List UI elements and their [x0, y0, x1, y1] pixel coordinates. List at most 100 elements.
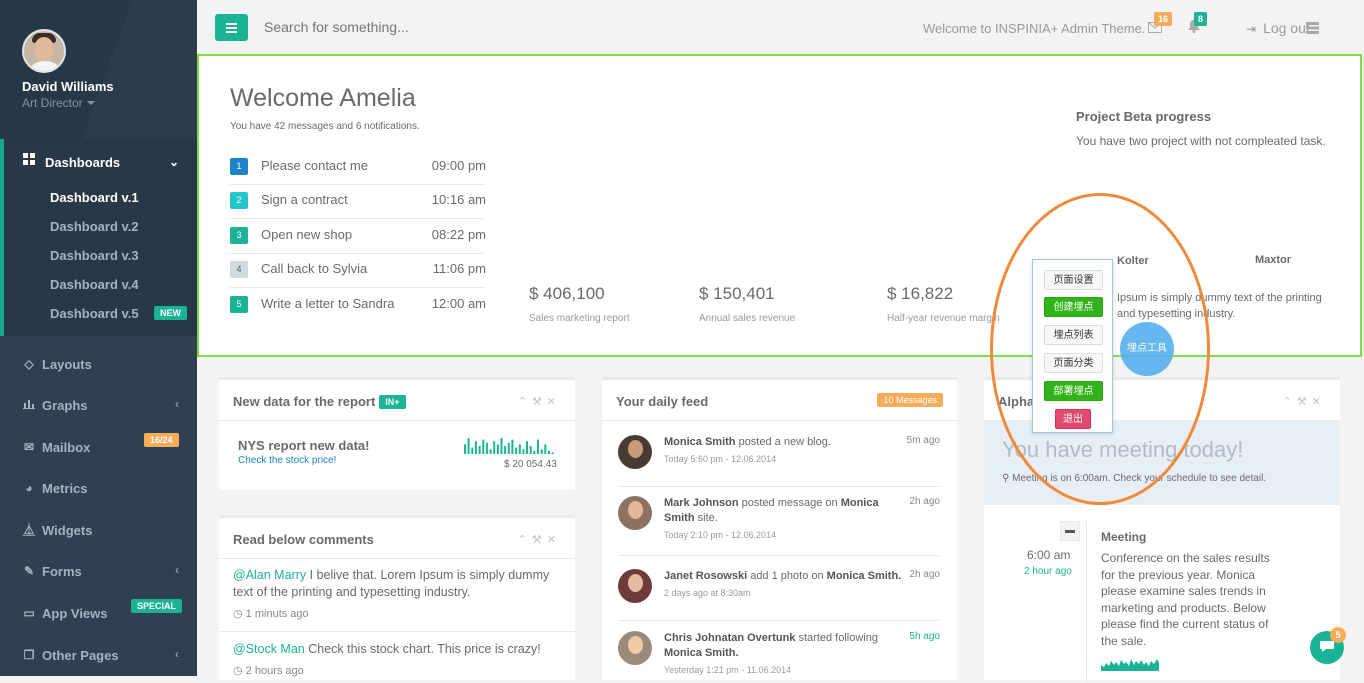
wrench-icon[interactable]: ⚒: [532, 396, 547, 408]
comment-user-link[interactable]: @Alan Marry: [233, 568, 306, 582]
comment-user-link[interactable]: @Stock Man: [233, 642, 305, 656]
deploy-tracking-button[interactable]: 部署埋点: [1044, 381, 1103, 401]
comment-item: @Alan Marry I belive that. Lorem Ipsum i…: [233, 567, 558, 623]
nav-item-other-pages[interactable]: ❐ Other Pages ‹: [0, 636, 197, 674]
chevron-up-icon[interactable]: ⌃: [518, 534, 532, 546]
sparkline-bar: [482, 439, 485, 454]
nav-item-dashboards[interactable]: Dashboards ⌄: [0, 141, 197, 179]
feed-ago: 2h ago: [909, 496, 940, 507]
avatar[interactable]: [22, 29, 66, 73]
close-icon[interactable]: ✕: [1312, 396, 1326, 408]
stat-half-year-margin: $ 16,822 Half-year revenue margin: [887, 284, 1000, 324]
todo-text: Sign a contract: [261, 192, 348, 207]
envelope-icon: ✉: [23, 440, 35, 454]
page-settings-button[interactable]: 页面设置: [1044, 270, 1103, 290]
nav-item-graphs[interactable]: Graphs ‹: [0, 386, 197, 424]
comment-time-text: 1 minuts ago: [245, 608, 309, 620]
comment-time-text: 2 hours ago: [245, 665, 304, 677]
search-input[interactable]: [264, 19, 564, 35]
nav-label: Widgets: [42, 523, 93, 538]
sidebar-sub-dashboard-v2[interactable]: Dashboard v.2: [50, 219, 139, 234]
comments-box: Read below comments ⌃⚒✕ @Alan Marry I be…: [219, 515, 575, 680]
sparkline-bar: [529, 446, 532, 454]
sidebar-sub-dashboard-v1[interactable]: Dashboard v.1: [50, 190, 139, 205]
profile-role-dropdown[interactable]: Art Director: [22, 96, 95, 110]
create-tracking-button[interactable]: 创建埋点: [1044, 297, 1103, 317]
feed-ago: 5m ago: [906, 435, 940, 446]
todo-item: 4 Call back to Sylvia 11:06 pm: [230, 254, 486, 288]
report-value: $ 20 054.43: [504, 459, 557, 470]
feed-ago: 2h ago: [909, 569, 940, 580]
sparkline-bar: [515, 447, 518, 454]
profile-name: David Williams: [22, 79, 114, 94]
chevron-up-icon[interactable]: ⌃: [518, 396, 532, 408]
nav-label: App Views: [42, 606, 108, 621]
feed-date: Today 5:60 pm - 12.06.2014: [664, 454, 777, 464]
close-icon[interactable]: ✕: [547, 396, 561, 408]
chevron-left-icon: ‹: [175, 397, 179, 411]
comments-title: Read below comments: [233, 532, 374, 547]
feed-item[interactable]: Mark Johnson posted message on Monica Sm…: [618, 496, 940, 556]
chevron-up-icon[interactable]: ⌃: [1283, 396, 1297, 408]
sidebar-sub-dashboard-v5[interactable]: Dashboard v.5: [50, 306, 139, 321]
report-headline: NYS report new data!: [238, 438, 370, 453]
nav-label: Metrics: [42, 481, 88, 496]
clock-icon: ◷: [233, 665, 243, 677]
stat-annual-sales: $ 150,401 Annual sales revenue: [699, 284, 795, 324]
profile-panel: David Williams Art Director: [0, 0, 197, 139]
todo-item: 1 Please contact me 09:00 pm: [230, 151, 486, 185]
stock-price-link[interactable]: Check the stock price!: [238, 455, 336, 466]
brand-maxtor: Maxtor: [1255, 254, 1292, 266]
tracking-tool-menu: 页面设置 创建埋点 埋点列表 页面分类 部署埋点 退出: [1032, 259, 1113, 433]
feed-user[interactable]: Janet Rosowski: [664, 570, 747, 582]
todo-number: 1: [230, 158, 248, 175]
feed-action: started following: [795, 632, 878, 644]
comment-time: ◷ 2 hours ago: [233, 663, 558, 680]
stat-sales-marketing: $ 406,100 Sales marketing report: [529, 284, 630, 324]
feed-text: Chris Johnatan Overtunk started followin…: [664, 631, 904, 678]
feed-user[interactable]: Chris Johnatan Overtunk: [664, 632, 795, 644]
close-icon[interactable]: ✕: [547, 534, 561, 546]
feed-date: 2 days ago at 8:30am: [664, 588, 751, 598]
sparkline-bar: [537, 439, 539, 454]
tracking-list-button[interactable]: 埋点列表: [1044, 325, 1103, 345]
todo-time: 10:16 am: [431, 192, 486, 207]
tracking-tool-button[interactable]: 埋点工具: [1120, 322, 1174, 376]
wrench-icon[interactable]: ⚒: [1297, 396, 1312, 408]
feed-target[interactable]: Monica Smith.: [827, 570, 902, 582]
page-category-button[interactable]: 页面分类: [1044, 353, 1103, 373]
sidebar-sub-dashboard-v3[interactable]: Dashboard v.3: [50, 248, 139, 263]
mail-count-badge: 16: [1154, 12, 1173, 26]
feed-item[interactable]: Janet Rosowski add 1 photo on Monica Smi…: [618, 569, 940, 621]
feed-user[interactable]: Mark Johnson: [664, 497, 739, 509]
feed-target[interactable]: Monica Smith.: [664, 647, 739, 659]
menu-toggle-button[interactable]: [215, 14, 248, 41]
todo-item: 3 Open new shop 08:22 pm: [230, 220, 486, 254]
exit-button[interactable]: 退出: [1055, 409, 1091, 429]
logout-link[interactable]: ⇥ Log out: [1246, 20, 1310, 36]
notification-count-badge: 8: [1194, 12, 1208, 26]
tasks-icon[interactable]: [1306, 21, 1319, 37]
welcome-subtitle: You have 42 messages and 6 notifications…: [230, 121, 420, 132]
sidebar-sub-dashboard-v4[interactable]: Dashboard v.4: [50, 277, 139, 292]
feed-item[interactable]: Monica Smith posted a new blog. Today 5:6…: [618, 435, 940, 487]
nav-label: Mailbox: [42, 440, 91, 455]
meeting-description: Conference on the sales results for the …: [1101, 551, 1270, 648]
nav-item-layouts[interactable]: ◇ Layouts: [0, 345, 197, 383]
desktop-icon: ▭: [23, 606, 35, 620]
nav-item-metrics[interactable]: ◕ Metrics: [0, 469, 197, 507]
feed-item[interactable]: Chris Johnatan Overtunk started followin…: [618, 631, 940, 683]
meeting-heading: Meeting: [1101, 530, 1147, 544]
logout-label: Log out: [1263, 20, 1310, 36]
project-description: You have two project with not compleated…: [1076, 134, 1326, 148]
todo-number: 4: [230, 261, 248, 278]
avatar: [618, 631, 652, 665]
chevron-down-icon: ⌄: [168, 155, 179, 169]
todo-text: Write a letter to Sandra: [261, 296, 395, 311]
feed-user[interactable]: Monica Smith: [664, 436, 736, 448]
wrench-icon[interactable]: ⚒: [532, 534, 547, 546]
nav-item-widgets[interactable]: ⏅ Widgets: [0, 511, 197, 549]
sparkline-bar: [540, 449, 543, 454]
todo-time: 11:06 pm: [432, 261, 486, 276]
nav-item-forms[interactable]: ✎ Forms ‹: [0, 552, 197, 590]
